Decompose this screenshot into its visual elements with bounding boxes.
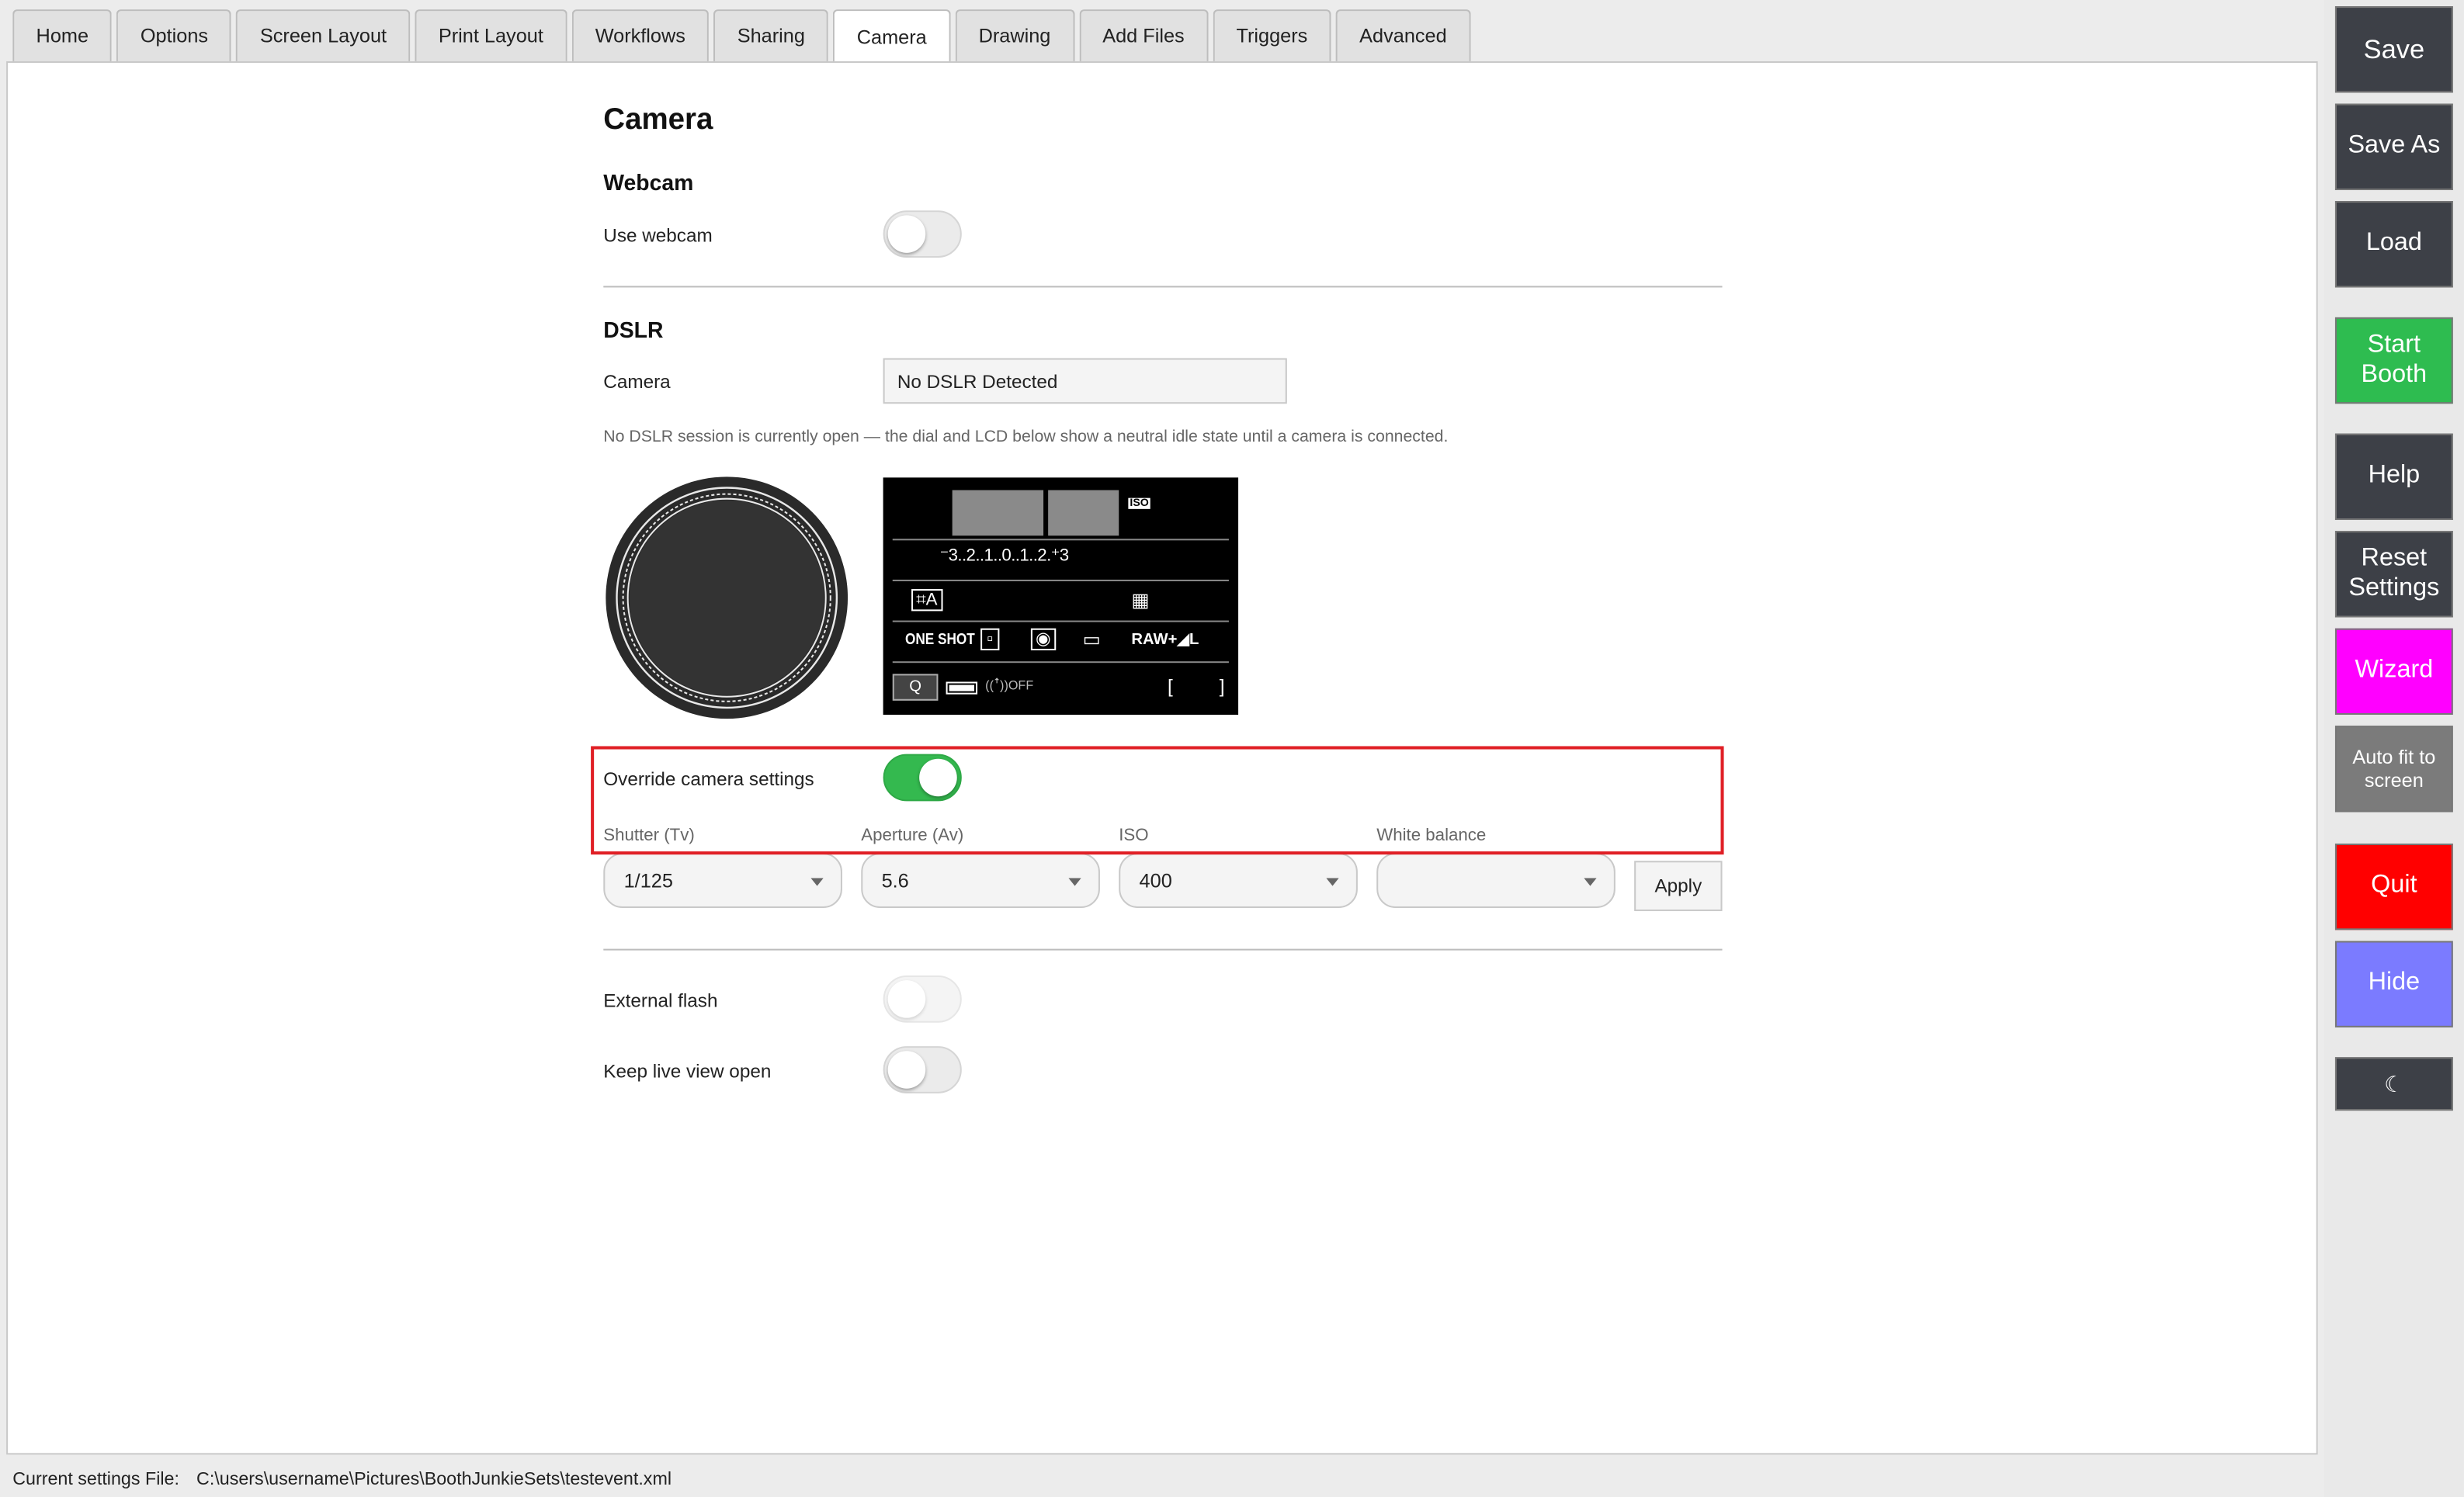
dslr-camera-label: Camera	[603, 370, 671, 393]
webcam-heading: Webcam	[603, 169, 694, 196]
chevron-down-icon	[1584, 878, 1597, 886]
divider	[603, 286, 1723, 288]
tab-print-layout[interactable]: Print Layout	[415, 9, 567, 61]
save-button[interactable]: Save	[2334, 6, 2453, 93]
auto-fit-button[interactable]: Auto fit to screen	[2334, 726, 2453, 813]
divider	[603, 948, 1723, 951]
lcd-rule	[892, 539, 1229, 541]
white-balance-select[interactable]	[1376, 853, 1615, 908]
lcd-iso-badge: ISO	[1128, 497, 1150, 509]
tab-advanced[interactable]: Advanced	[1335, 9, 1471, 61]
lcd-battery-icon	[946, 681, 978, 695]
iso-value: 400	[1139, 869, 1172, 892]
app-window: Home Options Screen Layout Print Layout …	[0, 0, 2464, 1497]
use-webcam-toggle[interactable]	[883, 210, 962, 258]
shutter-select[interactable]: 1/125	[603, 853, 842, 908]
lcd-rule	[892, 579, 1229, 581]
aperture-value: 5.6	[881, 869, 909, 892]
tab-sharing[interactable]: Sharing	[713, 9, 829, 61]
chevron-down-icon	[1068, 878, 1081, 886]
chevron-down-icon	[1326, 878, 1339, 886]
lcd-metering-icon: ◉	[1030, 628, 1056, 651]
tab-bar: Home Options Screen Layout Print Layout …	[12, 9, 1471, 63]
load-button[interactable]: Load	[2334, 201, 2453, 288]
toggle-knob	[887, 1051, 926, 1089]
dslr-lcd-panel: ISO ⁻3..2..1..0..1..2.⁺3 ⌗A ▦ ONE SHOT ▫…	[883, 477, 1239, 716]
tab-drawing[interactable]: Drawing	[955, 9, 1074, 61]
help-button[interactable]: Help	[2334, 433, 2453, 521]
quit-button[interactable]: Quit	[2334, 843, 2453, 930]
dslr-camera-field[interactable]: No DSLR Detected	[883, 358, 1287, 404]
dslr-status-note: No DSLR session is currently open — the …	[603, 427, 1449, 446]
page-title: Camera	[603, 103, 713, 137]
tab-home[interactable]: Home	[12, 9, 113, 61]
iso-select[interactable]: 400	[1119, 853, 1358, 908]
lcd-white-balance-icon: ▦	[1131, 589, 1150, 612]
lcd-wifi-status: ((ꜛ))OFF	[985, 678, 1034, 693]
apply-button[interactable]: Apply	[1634, 861, 1723, 912]
reset-settings-button[interactable]: Reset Settings	[2334, 531, 2453, 618]
toggle-knob	[887, 980, 926, 1018]
wizard-button[interactable]: Wizard	[2334, 628, 2453, 716]
start-booth-button[interactable]: Start Booth	[2334, 317, 2453, 404]
lcd-shots-bracket-open: [	[1167, 675, 1173, 698]
action-sidebar: Save Save As Load Start Booth Help Reset…	[2323, 0, 2464, 1497]
settings-file-path: C:\users\username\Pictures\BoothJunkieSe…	[196, 1470, 672, 1489]
lcd-image-quality: RAW+◢L	[1131, 631, 1199, 649]
tab-camera[interactable]: Camera	[833, 9, 951, 63]
lcd-rule	[892, 661, 1229, 664]
tab-options[interactable]: Options	[116, 9, 232, 61]
live-view-label: Keep live view open	[603, 1060, 772, 1083]
tab-triggers[interactable]: Triggers	[1213, 9, 1331, 61]
lcd-af-icon: ▫	[980, 628, 1000, 651]
external-flash-toggle[interactable]	[883, 975, 962, 1023]
external-flash-label: External flash	[603, 989, 718, 1012]
lcd-quick-menu-icon: Q	[892, 674, 939, 701]
lcd-drive-icon: ▭	[1082, 628, 1101, 651]
dslr-heading: DSLR	[603, 317, 664, 343]
status-bar: Current settings File: C:\users\username…	[0, 1461, 2323, 1497]
lcd-shots-bracket-close: ]	[1219, 675, 1225, 698]
tab-screen-layout[interactable]: Screen Layout	[236, 9, 411, 61]
toggle-knob	[887, 215, 926, 253]
lcd-focus-mode: ONE SHOT	[904, 631, 975, 649]
camera-settings-highlight	[591, 746, 1724, 855]
aperture-select[interactable]: 5.6	[861, 853, 1100, 908]
use-webcam-label: Use webcam	[603, 224, 713, 247]
tab-workflows[interactable]: Workflows	[571, 9, 710, 61]
lcd-shutter-box	[952, 490, 1044, 536]
lcd-aperture-box	[1048, 490, 1119, 536]
night-mode-icon[interactable]: ☾	[2334, 1057, 2453, 1111]
chevron-down-icon	[810, 878, 824, 886]
settings-file-label: Current settings File:	[12, 1470, 179, 1489]
lcd-picture-style-icon: ⌗A	[911, 589, 942, 612]
save-as-button[interactable]: Save As	[2334, 103, 2453, 190]
lcd-exposure-scale: ⁻3..2..1..0..1..2.⁺3	[939, 546, 1069, 566]
live-view-toggle[interactable]	[883, 1046, 962, 1093]
tab-add-files[interactable]: Add Files	[1078, 9, 1209, 61]
hide-button[interactable]: Hide	[2334, 941, 2453, 1027]
shutter-value: 1/125	[623, 869, 673, 892]
lcd-rule	[892, 620, 1229, 622]
mode-dial	[603, 474, 850, 721]
